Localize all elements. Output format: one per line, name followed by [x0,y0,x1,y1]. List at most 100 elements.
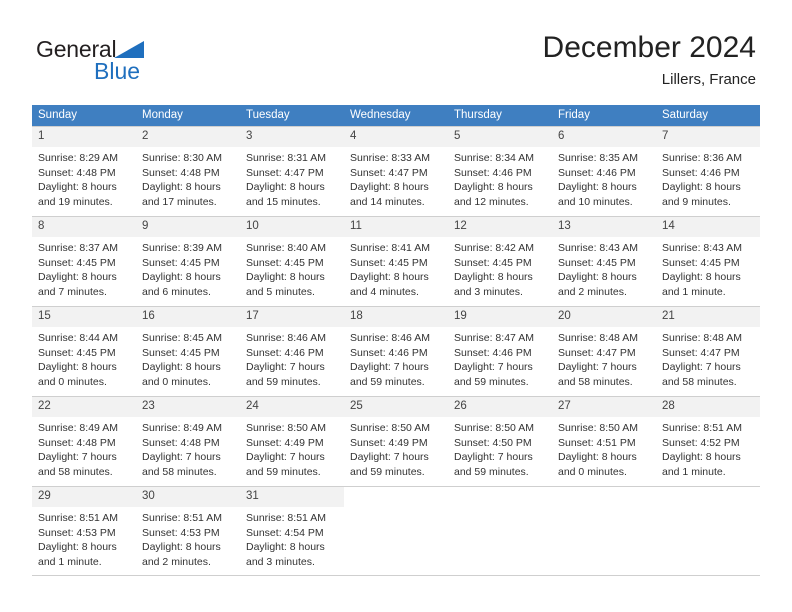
day-cell[interactable]: 15 Sunrise: 8:44 AM Sunset: 4:45 PM Dayligh… [32,306,136,396]
day-cell[interactable]: 22 Sunrise: 8:49 AM Sunset: 4:48 PM Dayligh… [32,396,136,486]
day-details: Sunrise: 8:43 AM Sunset: 4:45 PM Daylight:… [552,237,656,299]
day-detail-daylight2: and 15 minutes. [246,195,321,208]
day-number: 16 [136,307,240,327]
day-cell[interactable]: 31 Sunrise: 8:51 AM Sunset: 4:54 PM Dayligh… [240,486,344,576]
day-cell[interactable]: 2 Sunrise: 8:30 AM Sunset: 4:48 PM Daylight… [136,126,240,216]
day-detail-sunrise: Sunrise: 8:37 AM [38,242,118,254]
day-detail-sunset: Sunset: 4:53 PM [38,526,116,539]
day-detail-sunset: Sunset: 4:45 PM [38,346,116,359]
day-cell[interactable]: 23 Sunrise: 8:49 AM Sunset: 4:48 PM Dayligh… [136,396,240,486]
weekday-header-sunday: Sunday [32,105,136,126]
day-detail-daylight2: and 58 minutes. [38,465,113,478]
day-detail-sunrise: Sunrise: 8:40 AM [246,242,326,254]
day-detail-sunset: Sunset: 4:45 PM [350,256,428,269]
day-detail-daylight1: Daylight: 8 hours [246,541,325,554]
day-details: Sunrise: 8:51 AM Sunset: 4:53 PM Daylight:… [136,507,240,569]
day-cell[interactable]: 1 Sunrise: 8:29 AM Sunset: 4:48 PM Daylight… [32,126,136,216]
day-cell[interactable]: 17 Sunrise: 8:46 AM Sunset: 4:46 PM Dayligh… [240,306,344,396]
day-cell[interactable]: 25 Sunrise: 8:50 AM Sunset: 4:49 PM Dayligh… [344,396,448,486]
calendar-cell: 11 Sunrise: 8:41 AM Sunset: 4:45 PM Dayligh… [344,216,448,306]
day-cell[interactable]: 21 Sunrise: 8:48 AM Sunset: 4:47 PM Dayligh… [656,306,760,396]
day-detail-daylight1: Daylight: 8 hours [558,451,637,464]
day-cell[interactable]: 9 Sunrise: 8:39 AM Sunset: 4:45 PM Daylight… [136,216,240,306]
day-details: Sunrise: 8:49 AM Sunset: 4:48 PM Daylight:… [32,417,136,479]
day-number: 29 [32,487,136,507]
day-details: Sunrise: 8:44 AM Sunset: 4:45 PM Daylight:… [32,327,136,389]
day-details: Sunrise: 8:36 AM Sunset: 4:46 PM Daylight:… [656,147,760,209]
day-cell[interactable]: 24 Sunrise: 8:50 AM Sunset: 4:49 PM Dayligh… [240,396,344,486]
day-cell[interactable]: 11 Sunrise: 8:41 AM Sunset: 4:45 PM Dayligh… [344,216,448,306]
day-detail-daylight2: and 4 minutes. [350,285,419,298]
day-cell[interactable]: 30 Sunrise: 8:51 AM Sunset: 4:53 PM Dayligh… [136,486,240,576]
day-number: 7 [656,127,760,147]
day-detail-sunrise: Sunrise: 8:39 AM [142,242,222,254]
day-detail-daylight1: Daylight: 7 hours [454,361,533,374]
day-detail-sunset: Sunset: 4:47 PM [246,166,324,179]
day-cell[interactable]: 18 Sunrise: 8:46 AM Sunset: 4:46 PM Dayligh… [344,306,448,396]
day-detail-sunrise: Sunrise: 8:44 AM [38,332,118,344]
day-detail-sunrise: Sunrise: 8:51 AM [662,422,742,434]
day-detail-daylight1: Daylight: 8 hours [246,271,325,284]
day-cell[interactable]: 5 Sunrise: 8:34 AM Sunset: 4:46 PM Daylight… [448,126,552,216]
calendar-cell: 8 Sunrise: 8:37 AM Sunset: 4:45 PM Daylight… [32,216,136,306]
day-detail-daylight2: and 0 minutes. [142,375,211,388]
day-number: 11 [344,217,448,237]
day-detail-daylight1: Daylight: 7 hours [558,361,637,374]
day-number: 1 [32,127,136,147]
calendar-header-row: Sunday Monday Tuesday Wednesday Thursday… [32,105,760,126]
day-cell[interactable]: 27 Sunrise: 8:50 AM Sunset: 4:51 PM Dayligh… [552,396,656,486]
calendar-cell: 28 Sunrise: 8:51 AM Sunset: 4:52 PM Dayligh… [656,396,760,486]
day-cell[interactable]: 6 Sunrise: 8:35 AM Sunset: 4:46 PM Daylight… [552,126,656,216]
day-cell[interactable]: 26 Sunrise: 8:50 AM Sunset: 4:50 PM Dayligh… [448,396,552,486]
brand-logo[interactable]: General Blue [36,36,276,90]
day-detail-daylight2: and 59 minutes. [350,375,425,388]
day-details: Sunrise: 8:51 AM Sunset: 4:53 PM Daylight:… [32,507,136,569]
calendar-cell: 29 Sunrise: 8:51 AM Sunset: 4:53 PM Dayligh… [32,486,136,576]
day-detail-daylight2: and 14 minutes. [350,195,425,208]
weekday-header-tuesday: Tuesday [240,105,344,126]
day-detail-sunrise: Sunrise: 8:47 AM [454,332,534,344]
calendar-cell: 10 Sunrise: 8:40 AM Sunset: 4:45 PM Dayligh… [240,216,344,306]
day-detail-daylight2: and 19 minutes. [38,195,113,208]
calendar-cell: 4 Sunrise: 8:33 AM Sunset: 4:47 PM Daylight… [344,126,448,216]
day-detail-sunset: Sunset: 4:45 PM [662,256,740,269]
day-cell[interactable]: 4 Sunrise: 8:33 AM Sunset: 4:47 PM Daylight… [344,126,448,216]
day-detail-daylight2: and 59 minutes. [350,465,425,478]
day-cell[interactable]: 10 Sunrise: 8:40 AM Sunset: 4:45 PM Dayligh… [240,216,344,306]
day-cell[interactable]: 13 Sunrise: 8:43 AM Sunset: 4:45 PM Dayligh… [552,216,656,306]
day-detail-sunset: Sunset: 4:48 PM [38,166,116,179]
day-cell[interactable]: 29 Sunrise: 8:51 AM Sunset: 4:53 PM Dayligh… [32,486,136,576]
day-detail-daylight1: Daylight: 7 hours [142,451,221,464]
weekday-header-friday: Friday [552,105,656,126]
day-detail-daylight2: and 1 minute. [662,285,726,298]
day-detail-daylight2: and 17 minutes. [142,195,217,208]
day-detail-sunrise: Sunrise: 8:51 AM [142,512,222,524]
day-number: 23 [136,397,240,417]
day-detail-daylight2: and 7 minutes. [38,285,107,298]
calendar-cell: 12 Sunrise: 8:42 AM Sunset: 4:45 PM Dayligh… [448,216,552,306]
day-detail-daylight2: and 6 minutes. [142,285,211,298]
calendar-cell: 6 Sunrise: 8:35 AM Sunset: 4:46 PM Daylight… [552,126,656,216]
day-cell[interactable]: 16 Sunrise: 8:45 AM Sunset: 4:45 PM Dayligh… [136,306,240,396]
day-detail-daylight1: Daylight: 7 hours [246,451,325,464]
day-detail-sunrise: Sunrise: 8:30 AM [142,152,222,164]
day-detail-sunrise: Sunrise: 8:34 AM [454,152,534,164]
day-detail-daylight2: and 0 minutes. [38,375,107,388]
day-detail-daylight2: and 0 minutes. [558,465,627,478]
day-detail-sunrise: Sunrise: 8:50 AM [454,422,534,434]
day-cell[interactable]: 8 Sunrise: 8:37 AM Sunset: 4:45 PM Daylight… [32,216,136,306]
calendar-week-row: 1 Sunrise: 8:29 AM Sunset: 4:48 PM Daylight… [32,126,760,216]
day-number: 12 [448,217,552,237]
day-cell[interactable]: 19 Sunrise: 8:47 AM Sunset: 4:46 PM Dayligh… [448,306,552,396]
day-cell[interactable]: 12 Sunrise: 8:42 AM Sunset: 4:45 PM Dayligh… [448,216,552,306]
day-detail-daylight1: Daylight: 8 hours [142,541,221,554]
day-cell[interactable]: 3 Sunrise: 8:31 AM Sunset: 4:47 PM Daylight… [240,126,344,216]
weekday-header-thursday: Thursday [448,105,552,126]
calendar-cell: 9 Sunrise: 8:39 AM Sunset: 4:45 PM Daylight… [136,216,240,306]
day-cell[interactable]: 14 Sunrise: 8:43 AM Sunset: 4:45 PM Dayligh… [656,216,760,306]
day-details: Sunrise: 8:40 AM Sunset: 4:45 PM Daylight:… [240,237,344,299]
day-cell[interactable]: 28 Sunrise: 8:51 AM Sunset: 4:52 PM Dayligh… [656,396,760,486]
day-detail-daylight1: Daylight: 8 hours [38,541,117,554]
day-cell[interactable]: 7 Sunrise: 8:36 AM Sunset: 4:46 PM Daylight… [656,126,760,216]
day-cell[interactable]: 20 Sunrise: 8:48 AM Sunset: 4:47 PM Dayligh… [552,306,656,396]
